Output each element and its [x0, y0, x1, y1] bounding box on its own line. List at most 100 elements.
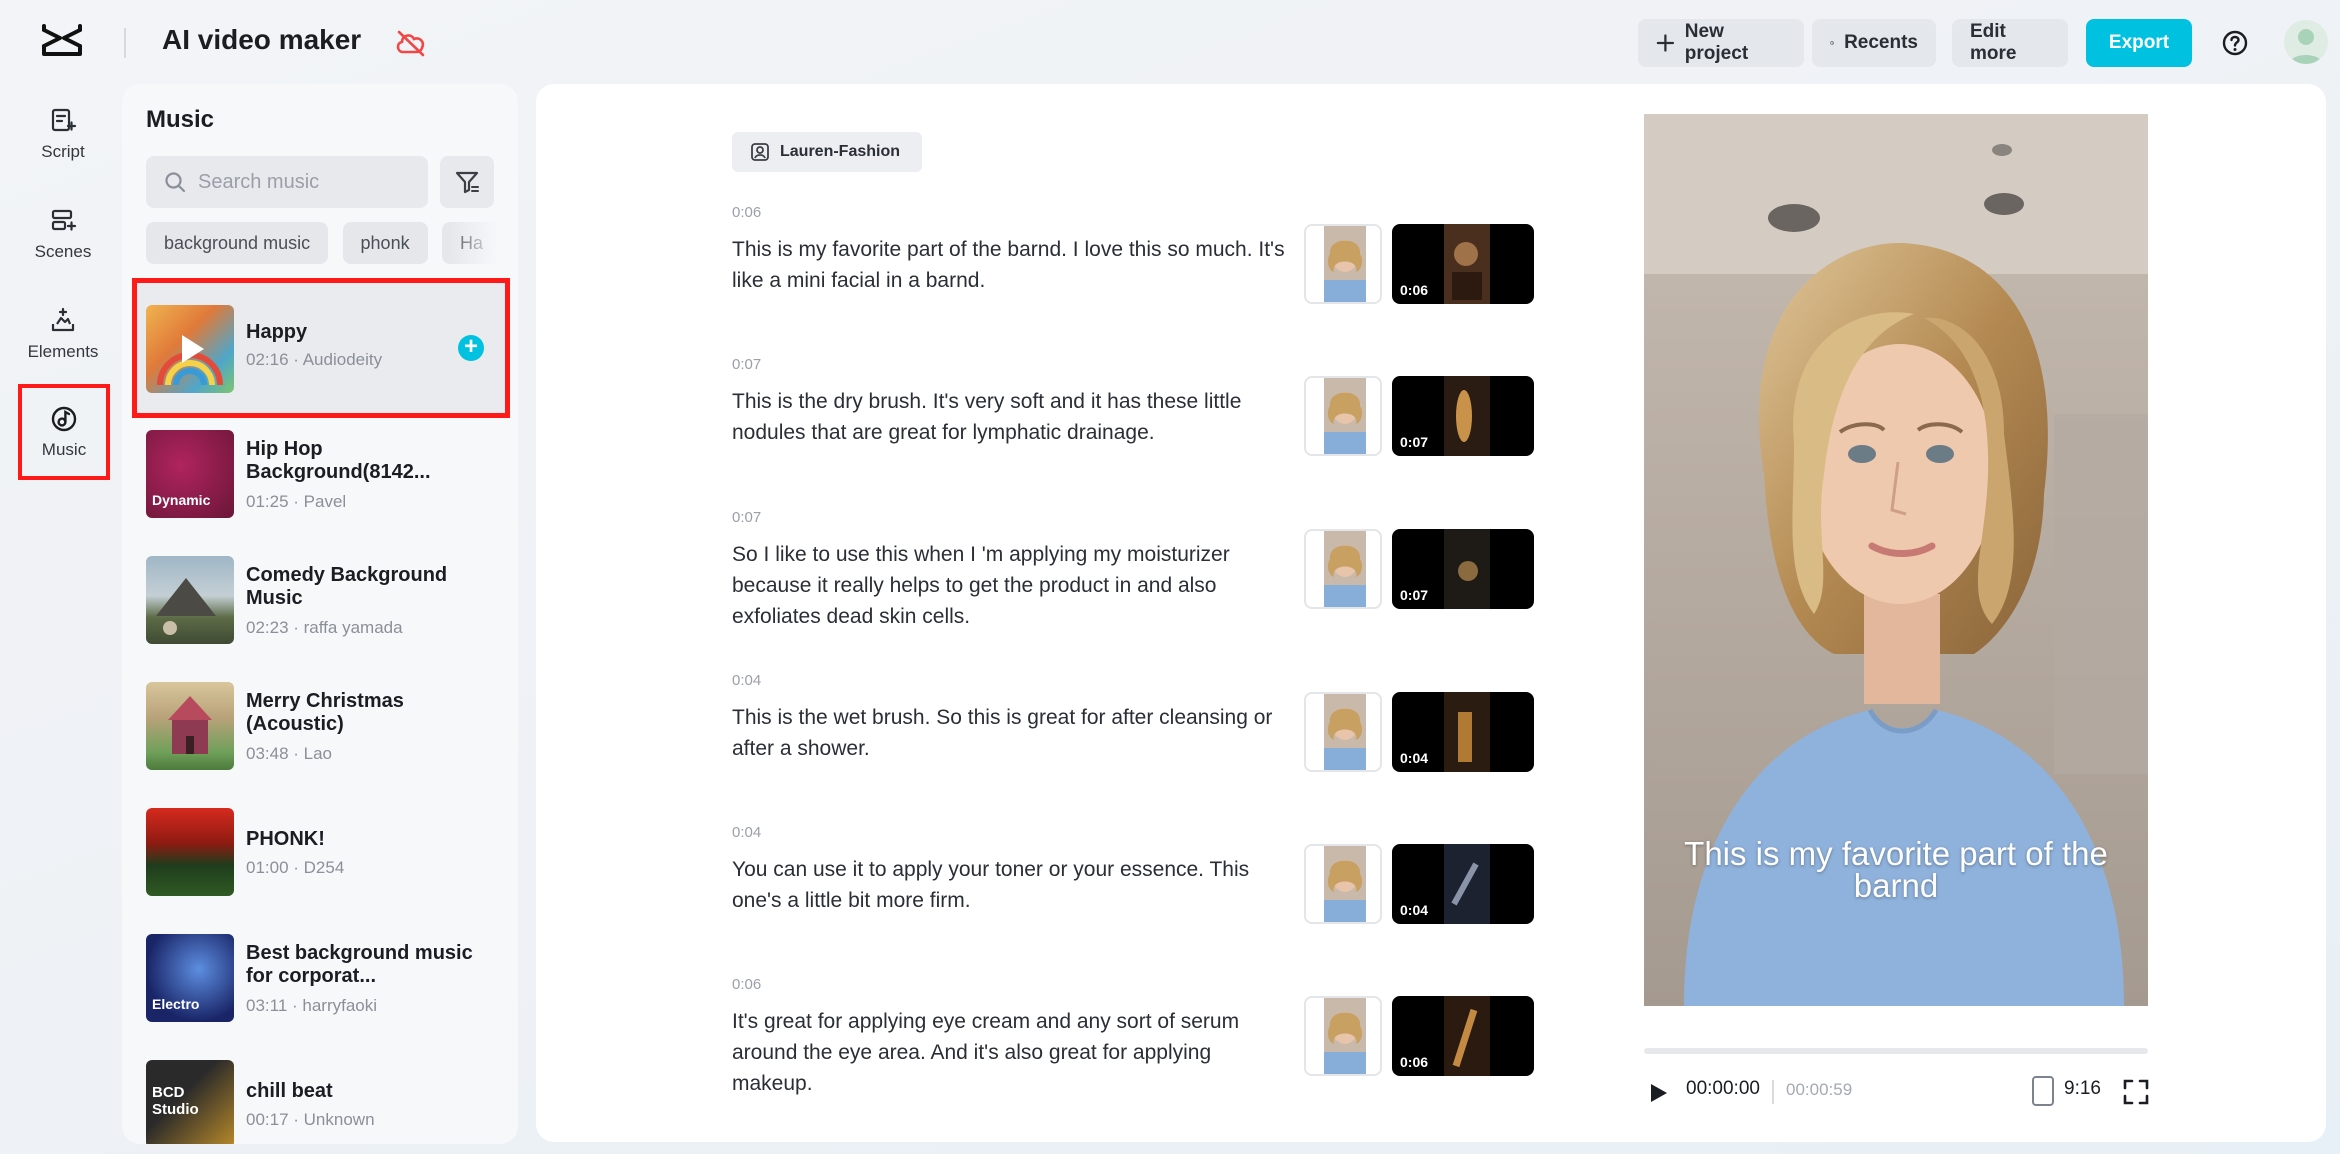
current-time: 00:00:00 — [1686, 1078, 1760, 1099]
new-project-button[interactable]: New project — [1638, 19, 1804, 67]
track-thumbnail — [146, 556, 234, 644]
scene-time: 0:06 — [732, 204, 762, 221]
castle-artwork-icon — [168, 696, 212, 754]
music-search-input[interactable] — [198, 170, 418, 194]
rail-label-scenes: Scenes — [34, 242, 92, 261]
track-thumbnail — [146, 682, 234, 770]
avatar-person-icon — [751, 143, 769, 161]
export-label: Export — [2108, 32, 2170, 53]
track-item-merry-christmas[interactable]: Merry Christmas (Acoustic) 03:48 · Lao — [122, 682, 518, 792]
thumbnail-label: BCD Studio — [152, 1084, 199, 1118]
track-item-comedy[interactable]: Comedy Background Music 02:23 · raffa ya… — [122, 556, 518, 666]
total-time: 00:00:59 — [1786, 1080, 1853, 1099]
scene-text[interactable]: It's great for applying eye cream and an… — [732, 1006, 1292, 1099]
avatar-tag[interactable]: Lauren-Fashion — [732, 132, 923, 172]
scene-time: 0:04 — [732, 672, 762, 689]
playback-progress-bar[interactable] — [1644, 1048, 2148, 1054]
rail-label-music: Music — [41, 440, 87, 459]
cloud-off-icon[interactable] — [394, 28, 428, 58]
music-filter-chips: background music phonk Ha — [146, 222, 498, 266]
capcut-logo-icon[interactable] — [40, 24, 84, 60]
music-panel: Music background music phonk Ha Happy 02… — [122, 84, 518, 1144]
avatar-thumb-art-icon — [1324, 378, 1366, 454]
fullscreen-icon[interactable] — [2122, 1078, 2150, 1106]
scene-duration: 0:07 — [1400, 434, 1429, 450]
scene-text[interactable]: This is the dry brush. It's very soft an… — [732, 386, 1292, 448]
scene-text[interactable]: So I like to use this when I 'm applying… — [732, 539, 1292, 632]
scene-broll-thumbnail[interactable]: 0:07 — [1392, 529, 1534, 609]
aspect-ratio-icon[interactable] — [2032, 1076, 2054, 1106]
scene-text[interactable]: This is the wet brush. So this is great … — [732, 702, 1292, 764]
music-icon — [51, 406, 77, 432]
scene-time: 0:07 — [732, 509, 762, 526]
user-avatar[interactable] — [2284, 20, 2328, 64]
track-item-phonk[interactable]: PHONK! 01:00 · D254 — [122, 808, 518, 918]
scene-broll-thumbnail[interactable]: 0:07 — [1392, 376, 1534, 456]
scene-text[interactable]: You can use it to apply your toner or yo… — [732, 854, 1292, 916]
recents-button[interactable]: Recents — [1812, 19, 1936, 67]
clock-icon — [1830, 41, 1834, 45]
video-preview[interactable]: This is my favorite part of the barnd — [1644, 114, 2148, 1006]
scene-broll-thumbnail[interactable]: 0:04 — [1392, 692, 1534, 772]
rail-label-elements: Elements — [27, 342, 99, 361]
track-thumbnail: BCD Studio — [146, 1060, 234, 1144]
scene-time: 0:04 — [732, 824, 762, 841]
track-item-happy[interactable]: Happy 02:16 · Audiodeity + — [132, 278, 510, 418]
track-name: PHONK! — [246, 828, 325, 850]
scene-duration: 0:07 — [1400, 587, 1429, 603]
export-button[interactable]: Export — [2086, 19, 2192, 67]
chip-background-music[interactable]: background music — [146, 222, 329, 264]
aspect-ratio-label[interactable]: 9:16 — [2064, 1078, 2101, 1100]
scene-avatar-thumbnail[interactable] — [1304, 224, 1382, 304]
track-thumbnail — [146, 808, 234, 896]
track-name: Comedy Background Music — [246, 564, 448, 609]
scene-duration: 0:04 — [1400, 902, 1429, 918]
scene-avatar-thumbnail[interactable] — [1304, 996, 1382, 1076]
chip-phonk[interactable]: phonk — [342, 222, 428, 264]
scene-broll-thumbnail[interactable]: 0:06 — [1392, 224, 1534, 304]
avatar-thumb-art-icon — [1324, 846, 1366, 922]
scene-broll-thumbnail[interactable]: 0:04 — [1392, 844, 1534, 924]
music-search-box[interactable] — [146, 156, 428, 208]
chips-fade-overlay — [448, 222, 498, 266]
app-title: AI video maker — [162, 24, 362, 55]
track-name: chill beat — [246, 1080, 333, 1102]
edit-more-button[interactable]: Edit more — [1952, 19, 2068, 67]
mountain-artwork-icon — [156, 578, 216, 635]
scene-time: 0:07 — [732, 356, 762, 373]
scene-avatar-thumbnail[interactable] — [1304, 844, 1382, 924]
thumbnail-label: Dynamic — [152, 492, 211, 508]
track-name: Merry Christmas (Acoustic) — [246, 690, 404, 735]
scene-text[interactable]: This is my favorite part of the barnd. I… — [732, 234, 1292, 296]
rail-item-music[interactable]: Music — [18, 384, 110, 480]
rail-item-scenes[interactable]: Scenes — [16, 188, 110, 280]
music-filter-button[interactable] — [440, 156, 494, 208]
recents-label: Recents — [1844, 32, 1918, 53]
help-icon[interactable] — [2220, 28, 2250, 58]
track-thumbnail — [146, 305, 234, 393]
music-panel-title: Music — [146, 106, 215, 133]
track-meta: 00:17 · Unknown — [246, 1110, 375, 1129]
play-icon[interactable] — [1646, 1078, 1672, 1108]
track-item-best-background[interactable]: Electro Best background music for corpor… — [122, 934, 518, 1044]
track-name: Happy — [246, 321, 308, 343]
rail-item-elements[interactable]: Elements — [16, 288, 110, 380]
track-item-chill-beat[interactable]: BCD Studio chill beat 00:17 · Unknown — [122, 1060, 518, 1144]
user-avatar-icon — [2290, 29, 2322, 64]
top-bar: AI video maker New project Recents Edit … — [0, 0, 2340, 86]
rail-item-script[interactable]: Script — [16, 88, 110, 180]
add-track-button[interactable]: + — [458, 335, 484, 361]
avatar-thumb-art-icon — [1324, 226, 1366, 302]
scenes-icon — [51, 209, 77, 231]
scene-duration: 0:06 — [1400, 1054, 1429, 1070]
title-separator — [124, 28, 126, 58]
track-item-hip-hop[interactable]: Dynamic Hip Hop Background(8142... 01:25… — [122, 430, 518, 540]
scene-avatar-thumbnail[interactable] — [1304, 692, 1382, 772]
video-caption: This is my favorite part of the barnd — [1684, 835, 2108, 904]
scene-avatar-thumbnail[interactable] — [1304, 376, 1382, 456]
rainbow-artwork-icon — [157, 335, 223, 386]
scene-avatar-thumbnail[interactable] — [1304, 529, 1382, 609]
track-name: Hip Hop Background(8142... — [246, 438, 431, 483]
scene-time: 0:06 — [732, 976, 762, 993]
scene-broll-thumbnail[interactable]: 0:06 — [1392, 996, 1534, 1076]
